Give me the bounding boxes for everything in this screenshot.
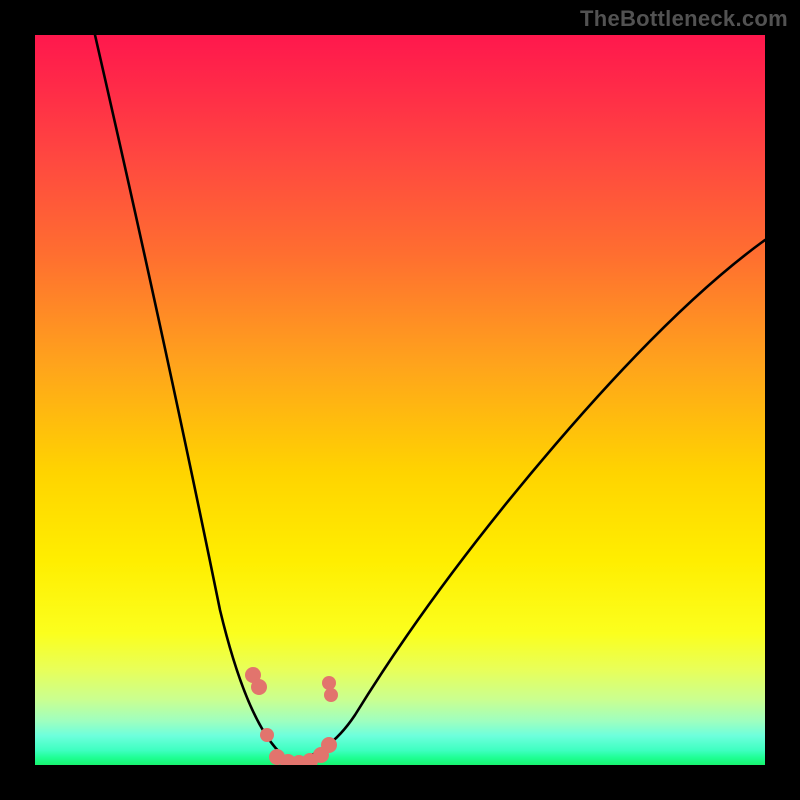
chart-frame: TheBottleneck.com [0, 0, 800, 800]
branding-watermark: TheBottleneck.com [580, 6, 788, 32]
dot-right-lower [324, 688, 338, 702]
dot-left-mid [251, 679, 267, 695]
dot-left-lower [260, 728, 274, 742]
curve-right-branch [290, 240, 765, 761]
data-dots [245, 667, 338, 765]
dot-right-upper [322, 676, 336, 690]
plot-area [35, 35, 765, 765]
curve-left-branch [95, 35, 290, 761]
curve-layer [35, 35, 765, 765]
bottom-worm-6 [321, 737, 337, 753]
